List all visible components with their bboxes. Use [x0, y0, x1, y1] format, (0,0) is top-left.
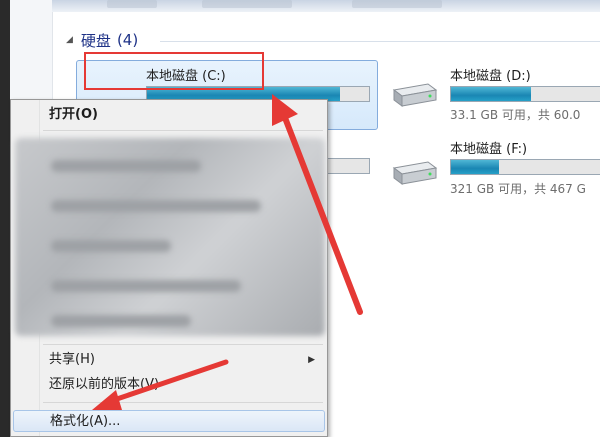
window-left-border [0, 0, 10, 437]
menu-separator [43, 402, 323, 403]
drive-usage-fill-d [451, 87, 531, 101]
group-header-hard-disks[interactable]: ◢ 硬盘 (4) [66, 30, 138, 50]
menu-item-restore-previous-versions[interactable]: 还原以前的版本(V) [13, 374, 325, 396]
menu-item-format[interactable]: 格式化(A)... [13, 410, 325, 432]
drive-usage-fill-f [451, 160, 499, 174]
drive-meta-d: 33.1 GB 可用，共 60.0 [450, 108, 581, 122]
group-count: (4) [116, 31, 139, 49]
group-title: 硬盘 [80, 31, 111, 50]
hard-disk-icon [392, 83, 438, 107]
group-divider [160, 41, 600, 42]
top-bar [52, 0, 600, 12]
blurred-menu-item [51, 160, 201, 172]
menu-item-share-label: 共享(H) [49, 352, 95, 367]
blurred-menu-item [51, 200, 261, 212]
hard-disk-icon [392, 161, 438, 185]
menu-separator [43, 130, 323, 131]
blurred-menu-item [51, 280, 241, 292]
menu-item-restore-label: 还原以前的版本(V) [49, 377, 160, 392]
menu-item-open[interactable]: 打开(O) [13, 104, 325, 126]
drive-usage-bar-d [450, 86, 600, 102]
submenu-arrow-icon: ▶ [308, 355, 315, 365]
menu-item-format-label: 格式化(A)... [50, 414, 121, 429]
collapse-arrow-icon[interactable]: ◢ [66, 35, 73, 45]
drive-name-d: 本地磁盘 (D:) [450, 69, 531, 84]
annotation-highlight-box [84, 52, 264, 90]
drive-usage-bar-f [450, 159, 600, 175]
menu-item-open-label: 打开(O) [49, 107, 98, 122]
drive-name-f: 本地磁盘 (F:) [450, 142, 528, 157]
blurred-menu-item [51, 315, 191, 327]
context-menu: 打开(O) 共享(H) ▶ 还原以前的版本(V) 格式化(A)... [10, 99, 328, 437]
menu-item-share[interactable]: 共享(H) ▶ [13, 349, 325, 371]
menu-separator [43, 344, 323, 345]
drive-meta-f: 321 GB 可用，共 467 G [450, 182, 586, 196]
blurred-menu-item [51, 240, 171, 252]
